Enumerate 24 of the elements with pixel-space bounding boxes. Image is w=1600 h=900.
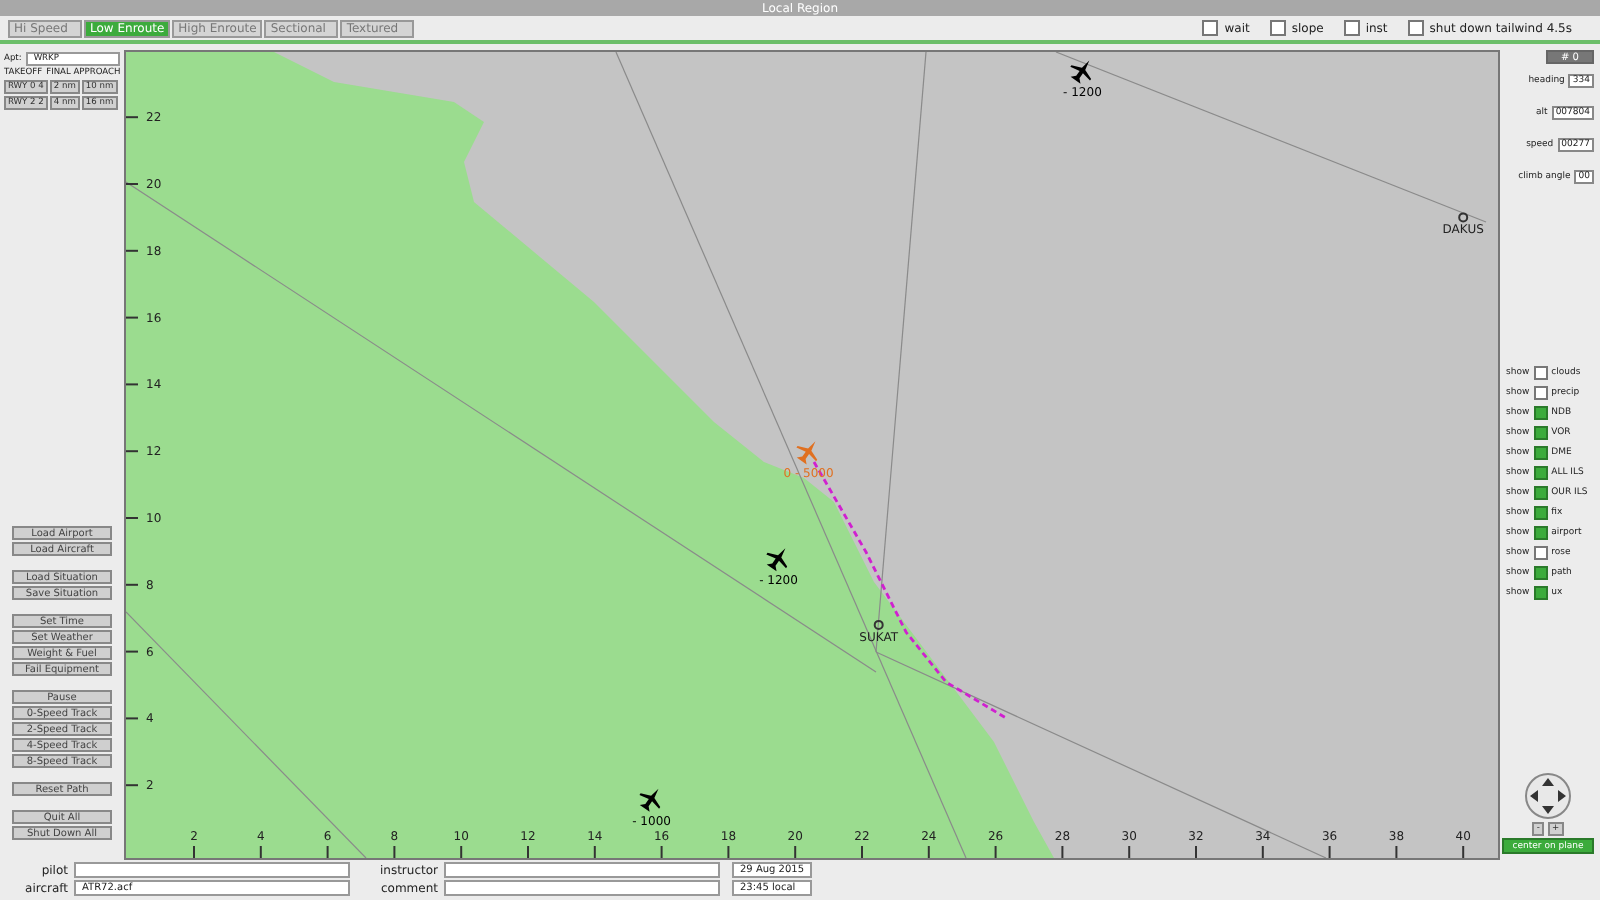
checkbox[interactable]: [1533, 565, 1548, 579]
instructor-field[interactable]: [444, 862, 720, 878]
checkbox[interactable]: [1533, 465, 1548, 479]
checkbox[interactable]: [1533, 385, 1548, 399]
checkbox[interactable]: [1533, 405, 1548, 419]
airplane-icon: [639, 788, 661, 812]
checkbox[interactable]: [1269, 20, 1286, 36]
navigation-pad-icon[interactable]: [1524, 772, 1572, 820]
pilot-dropdown[interactable]: [74, 862, 350, 878]
comment-field[interactable]: [444, 880, 720, 896]
checkbox[interactable]: [1533, 545, 1548, 559]
checkbox[interactable]: [1533, 505, 1548, 519]
checkbox[interactable]: [1533, 585, 1548, 599]
checkbox[interactable]: [1533, 445, 1548, 459]
checkbox[interactable]: [1533, 365, 1548, 379]
checkbox[interactable]: [1533, 525, 1548, 539]
checkbox[interactable]: [1533, 425, 1548, 439]
airplane-icon: [796, 441, 818, 465]
airplane-icon: [1070, 60, 1092, 84]
checkbox[interactable]: [1202, 20, 1219, 36]
checkbox[interactable]: [1343, 20, 1360, 36]
airplane-icon: [766, 548, 788, 572]
checkbox[interactable]: [1533, 485, 1548, 499]
checkbox[interactable]: [1407, 20, 1424, 36]
